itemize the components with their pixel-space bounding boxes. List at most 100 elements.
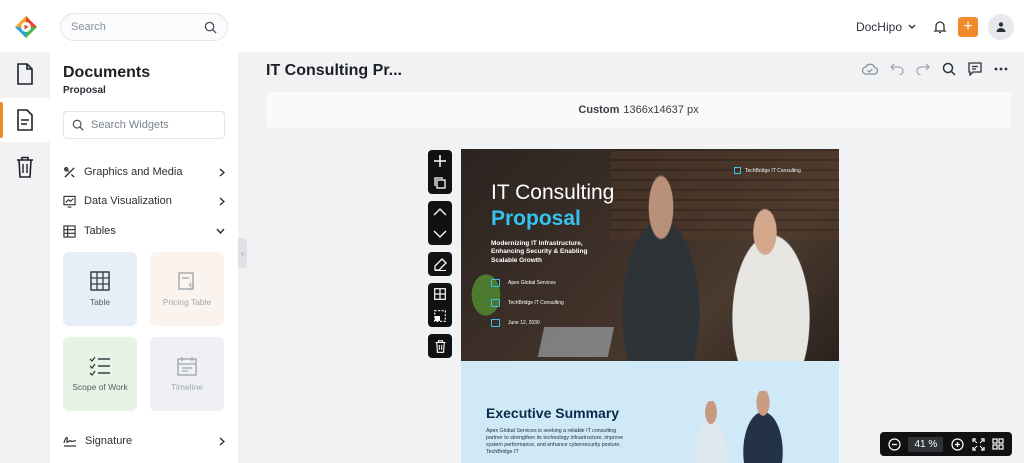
- widget-tile-timeline[interactable]: Timeline: [150, 337, 224, 411]
- category-label: Signature: [85, 435, 133, 447]
- checklist-icon: [89, 356, 110, 376]
- brand-label: DocHipo: [855, 20, 902, 34]
- left-rail: [0, 52, 50, 463]
- app-logo-icon[interactable]: [14, 15, 38, 39]
- widget-tile-table[interactable]: Table: [63, 252, 137, 326]
- comment-icon[interactable]: [968, 62, 982, 76]
- document-page[interactable]: TechBridge IT Consulting IT Consulting P…: [461, 149, 839, 463]
- chevron-down-icon[interactable]: [433, 230, 447, 238]
- signature-icon: [63, 436, 77, 447]
- cloud-save-icon[interactable]: [862, 63, 878, 75]
- top-bar: Search DocHipo +: [0, 0, 1024, 52]
- info-client[interactable]: Apex Global Services: [491, 279, 556, 287]
- executive-summary-title[interactable]: Executive Summary: [486, 405, 619, 421]
- workspace-dropdown[interactable]: DocHipo: [856, 20, 916, 34]
- undo-icon[interactable]: [890, 63, 904, 75]
- select-area-icon[interactable]: [434, 310, 446, 322]
- document-text-icon: [17, 109, 33, 131]
- page-add-tools: [428, 150, 452, 194]
- team-member-photo: [686, 401, 736, 463]
- info-text: Apex Global Services: [508, 280, 556, 286]
- svg-text:$: $: [188, 282, 194, 291]
- user-icon: [996, 22, 1006, 32]
- plant-photo: [461, 259, 511, 319]
- consultant-photo: [601, 169, 721, 361]
- widget-panel: Documents Proposal Search Widgets Graphi…: [50, 52, 238, 463]
- category-graphics-media[interactable]: Graphics and Media: [63, 162, 225, 182]
- panel-subtitle: Proposal: [63, 85, 106, 96]
- duplicate-page-icon[interactable]: [434, 177, 446, 189]
- info-text: June 12, 2030: [508, 320, 540, 326]
- tile-label: Timeline: [171, 382, 203, 392]
- info-text: TechBridge IT Consulting: [508, 300, 564, 306]
- trash-icon[interactable]: [435, 339, 446, 353]
- cover-description[interactable]: Modernizing IT Infrastructure, Enhancing…: [491, 240, 601, 265]
- zoom-in-icon[interactable]: [951, 437, 964, 451]
- zoom-level[interactable]: 41 %: [908, 436, 944, 452]
- timeline-icon: [177, 357, 197, 376]
- grid-icon[interactable]: [434, 288, 446, 300]
- page-layout-tools: [428, 283, 452, 327]
- search-placeholder: Search: [71, 21, 106, 33]
- company-brand-label: TechBridge IT Consulting: [745, 167, 801, 174]
- page-size-bar[interactable]: Custom 1366x14637 px: [266, 92, 1011, 128]
- cover-title-line2[interactable]: Proposal: [491, 207, 581, 231]
- chevron-right-icon: [219, 196, 225, 206]
- search-input[interactable]: Search: [60, 13, 228, 41]
- size-label: Custom: [578, 104, 620, 116]
- widget-tile-pricing-table[interactable]: $ Pricing Table: [150, 252, 224, 326]
- category-tables[interactable]: Tables: [63, 221, 225, 241]
- tile-label: Pricing Table: [162, 297, 212, 307]
- widget-search-placeholder: Search Widgets: [91, 119, 169, 131]
- chevron-right-icon: [219, 167, 225, 177]
- category-signature[interactable]: Signature: [63, 431, 225, 451]
- info-date[interactable]: June 12, 2030: [491, 319, 540, 327]
- category-data-visualization[interactable]: Data Visualization: [63, 191, 225, 211]
- trash-icon: [17, 156, 33, 178]
- search-icon[interactable]: [204, 21, 217, 34]
- tile-label: Scope of Work: [72, 382, 128, 392]
- grid-view-icon[interactable]: [992, 438, 1004, 450]
- team-lead-photo: [733, 391, 793, 463]
- add-page-icon[interactable]: [434, 155, 446, 167]
- cover-title-line1[interactable]: IT Consulting: [491, 181, 614, 205]
- executive-summary-section[interactable]: Executive Summary Apex Global Services i…: [461, 361, 839, 463]
- chevron-right-icon: [219, 436, 225, 446]
- document-title[interactable]: IT Consulting Pr...: [266, 62, 402, 80]
- company-brand[interactable]: TechBridge IT Consulting: [734, 167, 801, 174]
- brand-logo-icon: [734, 167, 741, 174]
- tile-label: Table: [89, 297, 111, 307]
- info-consultant[interactable]: TechBridge IT Consulting: [491, 299, 564, 307]
- rail-item-new-document[interactable]: [0, 52, 50, 96]
- calendar-icon: [491, 319, 500, 327]
- table-icon: [63, 224, 76, 238]
- more-icon[interactable]: [994, 67, 1008, 71]
- highlighter-icon[interactable]: [433, 257, 447, 271]
- search-icon[interactable]: [942, 62, 956, 76]
- create-button[interactable]: +: [958, 17, 978, 37]
- pricing-icon: $: [178, 272, 194, 291]
- chevron-up-icon[interactable]: [433, 208, 447, 216]
- redo-icon[interactable]: [916, 63, 930, 75]
- fullscreen-icon[interactable]: [971, 437, 985, 451]
- graphics-icon: [64, 166, 75, 178]
- rail-item-documents[interactable]: [0, 98, 50, 142]
- widget-search-input[interactable]: Search Widgets: [63, 111, 225, 139]
- widget-tile-scope-of-work[interactable]: Scope of Work: [63, 337, 137, 411]
- client-photo: [711, 189, 831, 361]
- chart-icon: [63, 195, 76, 208]
- bell-icon[interactable]: [932, 19, 948, 35]
- zoom-out-icon[interactable]: [888, 437, 901, 451]
- category-label: Graphics and Media: [84, 166, 183, 178]
- executive-summary-text[interactable]: Apex Global Services is seeking a reliab…: [486, 428, 631, 457]
- rail-item-trash[interactable]: [0, 145, 50, 189]
- document-icon: [17, 63, 33, 85]
- category-label: Data Visualization: [84, 195, 172, 207]
- collapse-panel-handle[interactable]: ‹: [238, 238, 247, 268]
- document-toolbar: [862, 62, 1008, 76]
- size-value: 1366x14637 px: [623, 104, 699, 116]
- chevron-down-icon: [908, 24, 916, 29]
- table-icon: [90, 271, 110, 291]
- avatar[interactable]: [988, 14, 1014, 40]
- cover-section[interactable]: TechBridge IT Consulting IT Consulting P…: [461, 149, 839, 361]
